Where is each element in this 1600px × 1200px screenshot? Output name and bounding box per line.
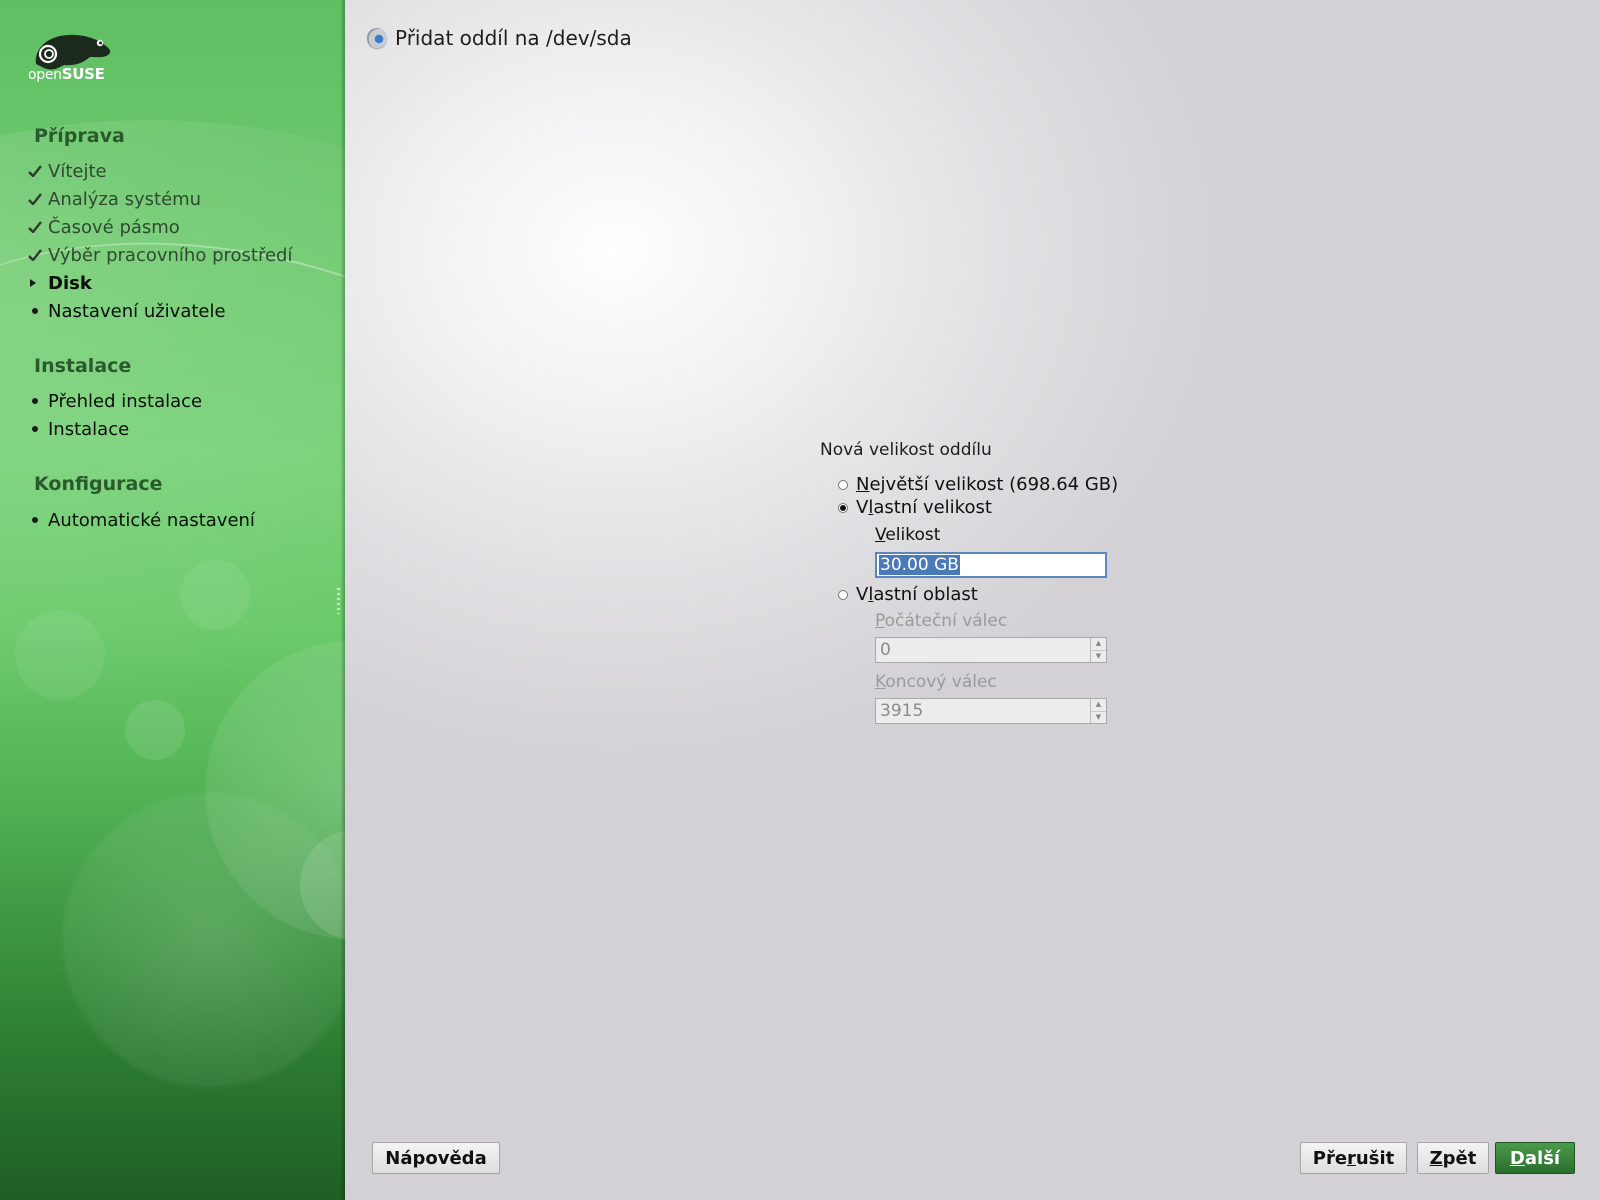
spin-up-icon[interactable]: ▲ xyxy=(1091,699,1106,711)
radio-custom-region-label: Vlastní oblast xyxy=(856,584,978,605)
partition-size-group-label: Nová velikost oddílu xyxy=(820,440,992,460)
check-icon xyxy=(28,165,48,177)
section-title-configuration: Konfigurace xyxy=(34,473,163,495)
bokeh-circle xyxy=(60,790,345,1090)
splitter-handle[interactable] xyxy=(337,588,340,614)
spin-down-icon[interactable]: ▼ xyxy=(1091,710,1106,724)
bokeh-circle xyxy=(125,700,185,760)
radio-button-unchecked[interactable] xyxy=(838,589,848,600)
sidebar-step-system-analysis: Analýza systému xyxy=(28,186,201,212)
end-cylinder-label: Koncový válec xyxy=(875,672,997,692)
radio-max-size[interactable]: Největší velikost (698.64 GB) xyxy=(838,474,1118,495)
sidebar-step-label: Automatické nastavení xyxy=(48,509,255,531)
next-button[interactable]: Další xyxy=(1495,1142,1575,1174)
sidebar-step-label: Disk xyxy=(48,272,92,294)
section-title-installation: Instalace xyxy=(34,355,132,377)
radio-button-unchecked[interactable] xyxy=(838,479,848,490)
sidebar-step-installation-overview: Přehled instalace xyxy=(28,388,202,414)
bokeh-circle xyxy=(205,640,345,940)
back-button[interactable]: Zpět xyxy=(1417,1142,1489,1174)
sidebar-step-label: Časové pásmo xyxy=(48,216,180,238)
arrow-right-icon xyxy=(28,278,48,288)
sidebar-step-desktop-selection: Výběr pracovního prostředí xyxy=(28,242,292,268)
disk-icon xyxy=(367,28,387,48)
dialog-title-text: Přidat oddíl na /dev/sda xyxy=(395,26,632,50)
sidebar-step-user-settings: Nastavení uživatele xyxy=(28,298,226,324)
radio-custom-size[interactable]: Vlastní velikost xyxy=(838,497,992,518)
sidebar-step-label: Analýza systému xyxy=(48,188,202,210)
check-icon xyxy=(28,193,48,205)
section-title-preparation: Příprava xyxy=(34,125,125,147)
sidebar-step-label: Výběr pracovního prostředí xyxy=(48,244,293,266)
sidebar: openSUSE Příprava Vítejte Analýza systém… xyxy=(0,0,345,1200)
bullet-icon xyxy=(28,426,48,432)
sidebar-step-welcome: Vítejte xyxy=(28,158,107,184)
bokeh-circle xyxy=(180,560,250,630)
help-button[interactable]: Nápověda xyxy=(372,1142,500,1174)
radio-custom-region[interactable]: Vlastní oblast xyxy=(838,584,978,605)
sidebar-step-label: Nastavení uživatele xyxy=(48,300,226,322)
radio-custom-size-label: Vlastní velikost xyxy=(856,497,992,518)
end-cylinder-spinbox[interactable]: 3915 ▲ ▼ xyxy=(875,698,1107,724)
end-cylinder-value: 3915 xyxy=(880,701,924,721)
dialog-title: Přidat oddíl na /dev/sda xyxy=(367,26,632,50)
sidebar-step-timezone: Časové pásmo xyxy=(28,214,180,240)
start-cylinder-value: 0 xyxy=(880,640,891,660)
abort-button[interactable]: Pře r ušit xyxy=(1300,1142,1407,1174)
spinbox-arrows[interactable]: ▲ ▼ xyxy=(1090,638,1106,662)
spinbox-arrows[interactable]: ▲ ▼ xyxy=(1090,699,1106,723)
sidebar-step-label: Přehled instalace xyxy=(48,390,203,412)
spin-up-icon[interactable]: ▲ xyxy=(1091,638,1106,650)
spin-down-icon[interactable]: ▼ xyxy=(1091,649,1106,663)
sidebar-step-installation: Instalace xyxy=(28,416,129,442)
sidebar-step-label: Instalace xyxy=(48,418,130,440)
radio-button-checked[interactable] xyxy=(838,502,848,513)
size-input-selected-text: 30.00 GB xyxy=(879,555,960,575)
installer-window: openSUSE Příprava Vítejte Analýza systém… xyxy=(0,0,1600,1200)
bullet-icon xyxy=(28,308,48,314)
check-icon xyxy=(28,221,48,233)
size-field-label: Velikost xyxy=(875,525,941,545)
start-cylinder-spinbox[interactable]: 0 ▲ ▼ xyxy=(875,637,1107,663)
bokeh-circle xyxy=(15,610,105,700)
sidebar-step-label: Vítejte xyxy=(48,160,107,182)
bullet-icon xyxy=(28,517,48,523)
opensuse-logo-text: openSUSE xyxy=(28,65,105,83)
main-content: Přidat oddíl na /dev/sda Nová velikost o… xyxy=(345,0,1600,1200)
sidebar-step-automatic-configuration: Automatické nastavení xyxy=(28,507,255,533)
size-input[interactable]: 30.00 GB xyxy=(875,552,1107,578)
radio-max-size-label: Největší velikost (698.64 GB) xyxy=(856,474,1119,495)
check-icon xyxy=(28,249,48,261)
start-cylinder-label: Počáteční válec xyxy=(875,611,1008,631)
bullet-icon xyxy=(28,398,48,404)
bokeh-circle xyxy=(300,830,345,940)
sidebar-step-disk: Disk xyxy=(28,270,92,296)
